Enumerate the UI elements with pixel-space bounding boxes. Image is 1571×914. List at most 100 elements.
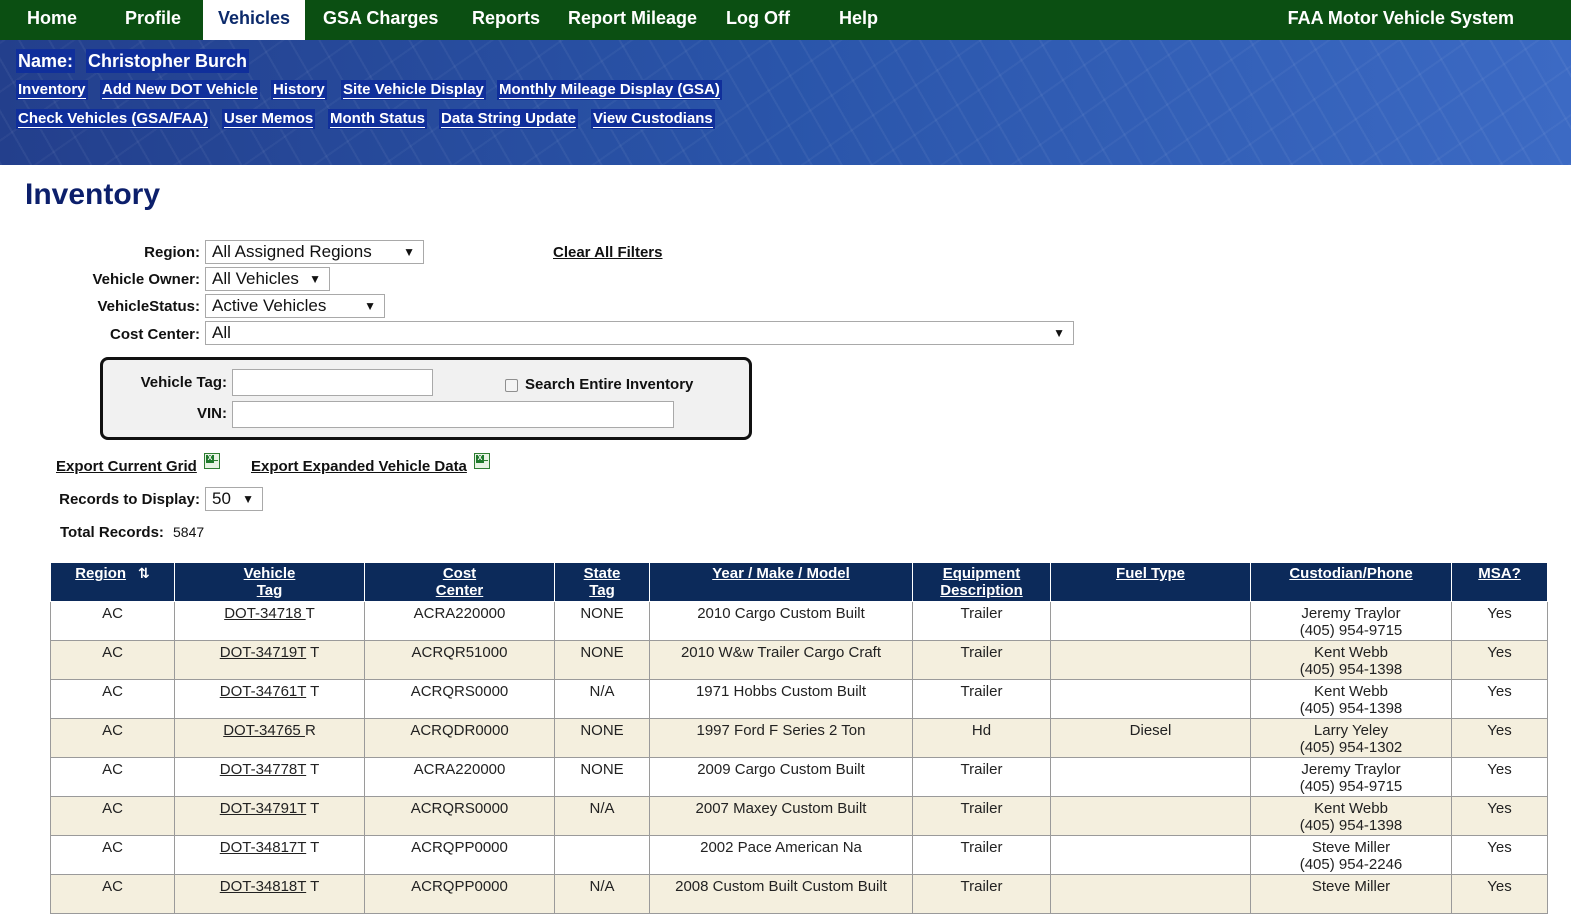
subnav-check-vehicles[interactable]: Check Vehicles (GSA/FAA) (16, 109, 211, 129)
sort-az-icon[interactable]: ⇅ (138, 565, 150, 582)
cell-fuel-type (1050, 835, 1251, 875)
cell-msa: Yes (1451, 796, 1548, 836)
cell-msa: Yes (1451, 718, 1548, 758)
vehicle-tag-link[interactable]: DOT-34817T (220, 839, 306, 856)
nav-report-mileage[interactable]: Report Mileage (568, 0, 697, 40)
cell-cost-center: ACRQRS0000 (364, 796, 555, 836)
subnav-view-custodians[interactable]: View Custodians (591, 109, 715, 129)
subnav-inventory[interactable]: Inventory (16, 80, 88, 100)
cell-vehicle-tag: DOT-34818T T (174, 874, 365, 914)
subnav-user-memos[interactable]: User Memos (222, 109, 316, 129)
cell-state-tag: NONE (554, 757, 650, 797)
cost-center-select-value: All (212, 323, 231, 342)
records-to-display-select[interactable]: 50 ▼ (205, 487, 263, 511)
cell-vehicle-tag: DOT-34791T T (174, 796, 365, 836)
vehicle-tag-suffix: T (310, 878, 320, 895)
vin-input[interactable] (232, 401, 674, 428)
cell-region: AC (50, 874, 175, 914)
table-row: AC DOT-34718 T ACRA220000 NONE 2010 Cargo Cu… (50, 601, 1548, 641)
cell-equipment-description: Trailer (912, 874, 1051, 914)
column-header[interactable]: Vehicle Tag (174, 562, 365, 602)
cell-equipment-description: Trailer (912, 796, 1051, 836)
nav-home[interactable]: Home (27, 0, 77, 40)
nav-profile[interactable]: Profile (125, 0, 181, 40)
column-header-label: Region (75, 565, 127, 582)
subnav-data-string-label: Data String Update (441, 110, 577, 128)
header-band: Name: Christopher Burch Inventory Add Ne… (0, 40, 1571, 165)
inventory-grid: Region ⇅ Vehicle Tag Cost Center State Tag Year … (50, 562, 1548, 914)
vehicle-owner-select[interactable]: All Vehicles ▼ (205, 267, 330, 291)
cell-equipment-description: Trailer (912, 601, 1051, 641)
subnav-user-memos-label: User Memos (224, 110, 314, 128)
vehicle-status-label: VehicleStatus: (97, 298, 200, 315)
column-header[interactable]: MSA? (1451, 562, 1548, 602)
nav-log-off[interactable]: Log Off (726, 0, 790, 40)
column-header[interactable]: Fuel Type (1050, 562, 1251, 602)
vehicle-tag-link[interactable]: DOT-34778T (220, 761, 306, 778)
cell-equipment-description: Trailer (912, 679, 1051, 719)
column-header[interactable]: Custodian/Phone (1250, 562, 1452, 602)
table-row: AC DOT-34818T T ACRQPP0000 N/A 2008 Custom B… (50, 874, 1548, 914)
column-header[interactable]: Cost Center (364, 562, 555, 602)
cell-vehicle-tag: DOT-34718 T (174, 601, 365, 641)
vehicle-tag-link[interactable]: DOT-34818T (220, 878, 306, 895)
vehicle-tag-link[interactable]: DOT-34719T (220, 644, 306, 661)
vehicle-tag-link[interactable]: DOT-34761T (220, 683, 306, 700)
cost-center-select[interactable]: All ▼ (205, 321, 1074, 345)
custodian-phone: (405) 954-1302 (1299, 739, 1403, 756)
region-select-value: All Assigned Regions (212, 242, 372, 261)
vehicle-status-select[interactable]: Active Vehicles ▼ (205, 294, 385, 318)
subnav-monthly-mileage-display[interactable]: Monthly Mileage Display (GSA) (497, 80, 722, 100)
subnav-history[interactable]: History (271, 80, 327, 100)
region-select[interactable]: All Assigned Regions ▼ (205, 240, 424, 264)
nav-reports[interactable]: Reports (472, 0, 540, 40)
subnav-check-vehicles-label: Check Vehicles (GSA/FAA) (18, 110, 209, 128)
subnav-add-new-dot-vehicle[interactable]: Add New DOT Vehicle (100, 80, 260, 100)
vehicle-tag-link[interactable]: DOT-34791T (220, 800, 306, 817)
cell-custodian-phone: Jeremy Traylor (405) 954-9715 (1250, 601, 1452, 641)
table-row: AC DOT-34719T T ACRQR51000 NONE 2010 W&w Tra… (50, 640, 1548, 680)
cell-fuel-type (1050, 874, 1251, 914)
cell-region: AC (50, 679, 175, 719)
excel-icon[interactable] (474, 453, 490, 469)
table-row: AC DOT-34765 R ACRQDR0000 NONE 1997 Ford F S… (50, 718, 1548, 758)
vehicle-tag-input[interactable] (232, 369, 433, 396)
cell-cost-center: ACRQR51000 (364, 640, 555, 680)
vehicle-tag-suffix: T (310, 800, 320, 817)
nav-gsa-charges[interactable]: GSA Charges (323, 0, 438, 40)
subnav-site-vehicle-display[interactable]: Site Vehicle Display (341, 80, 486, 100)
subnav-month-status-label: Month Status (330, 110, 425, 128)
cell-state-tag: NONE (554, 640, 650, 680)
dropdown-arrow-icon: ▼ (242, 492, 254, 506)
cell-state-tag: NONE (554, 601, 650, 641)
clear-all-filters-link[interactable]: Clear All Filters (553, 244, 662, 261)
subnav-data-string-update[interactable]: Data String Update (439, 109, 579, 129)
nav-help[interactable]: Help (839, 0, 878, 40)
cell-vehicle-tag: DOT-34765 R (174, 718, 365, 758)
vehicle-tag-label: Vehicle Tag: (140, 374, 227, 391)
grid-body: AC DOT-34718 T ACRA220000 NONE 2010 Cargo Cu… (50, 601, 1548, 914)
search-entire-inventory-checkbox[interactable] (505, 379, 518, 392)
nav-vehicles[interactable]: Vehicles (203, 0, 306, 40)
column-header[interactable]: Region ⇅ (50, 562, 175, 602)
cell-msa: Yes (1451, 679, 1548, 719)
vehicle-tag-link[interactable]: DOT-34718 (224, 605, 305, 622)
subnav-month-status[interactable]: Month Status (328, 109, 427, 129)
table-row: AC DOT-34791T T ACRQRS0000 N/A 2007 Maxey Cu… (50, 796, 1548, 836)
export-current-grid-link[interactable]: Export Current Grid (56, 458, 197, 475)
column-header[interactable]: State Tag (554, 562, 650, 602)
vehicle-tag-suffix: T (310, 839, 320, 856)
table-row: AC DOT-34817T T ACRQPP0000 2002 Pace Americ… (50, 835, 1548, 875)
excel-icon[interactable] (204, 453, 220, 469)
vehicle-tag-link[interactable]: DOT-34765 (223, 722, 305, 739)
cell-cost-center: ACRQPP0000 (364, 835, 555, 875)
dropdown-arrow-icon: ▼ (364, 299, 376, 313)
column-header[interactable]: Equipment Description (912, 562, 1051, 602)
column-header-label: Vehicle (243, 565, 296, 582)
cell-equipment-description: Trailer (912, 757, 1051, 797)
cell-custodian-phone: Kent Webb (405) 954-1398 (1250, 679, 1452, 719)
subnav-inventory-label: Inventory (18, 81, 86, 99)
export-expanded-vehicle-data-link[interactable]: Export Expanded Vehicle Data (251, 458, 467, 475)
column-header[interactable]: Year / Make / Model (649, 562, 913, 602)
dropdown-arrow-icon: ▼ (309, 272, 321, 286)
